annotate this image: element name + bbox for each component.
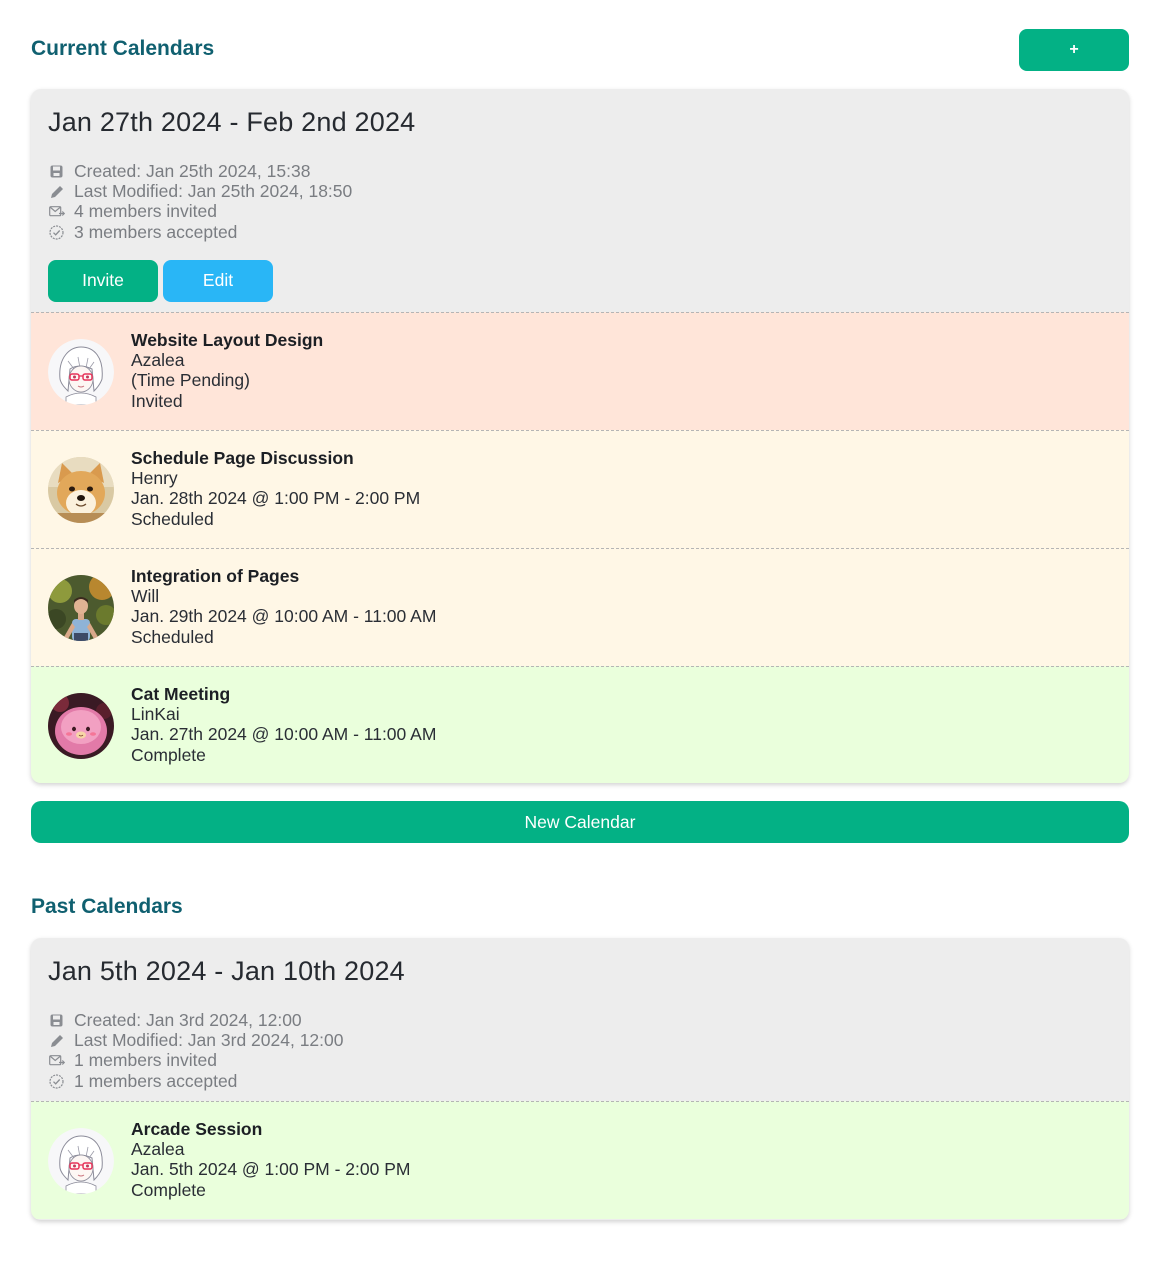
event-list: Arcade Session Azalea Jan. 5th 2024 @ 1:…	[31, 1101, 1129, 1219]
event-item[interactable]: Arcade Session Azalea Jan. 5th 2024 @ 1:…	[31, 1101, 1129, 1219]
check-circle-icon	[48, 1073, 65, 1090]
invite-button[interactable]: Invite	[48, 259, 158, 302]
event-details: Website Layout Design Azalea (Time Pendi…	[131, 330, 323, 411]
pink-plush-avatar	[48, 693, 114, 759]
edit-button[interactable]: Edit	[163, 259, 273, 302]
accepted-text: 1 members accepted	[74, 1070, 238, 1091]
event-title: Website Layout Design	[131, 330, 324, 350]
calendar-card: Jan 5th 2024 - Jan 10th 2024 Created: Ja…	[31, 938, 1129, 1220]
event-time: Jan. 5th 2024 @ 1:00 PM - 2:00 PM	[131, 1159, 411, 1180]
calendar-meta: Created: Jan 25th 2024, 15:38 Last Modif…	[48, 161, 1129, 243]
event-status: Scheduled	[131, 626, 214, 647]
event-item[interactable]: Website Layout Design Azalea (Time Pendi…	[31, 312, 1129, 430]
calendar-date-range: Jan 5th 2024 - Jan 10th 2024	[48, 956, 405, 986]
event-person: Will	[131, 586, 160, 607]
created-text: Created: Jan 3rd 2024, 12:00	[74, 1009, 302, 1030]
event-person: LinKai	[131, 704, 180, 725]
modified-text: Last Modified: Jan 3rd 2024, 12:00	[74, 1030, 344, 1051]
save-icon	[48, 163, 65, 180]
event-details: Cat Meeting LinKai Jan. 27th 2024 @ 10:0…	[131, 684, 436, 765]
add-calendar-button[interactable]: +	[1019, 29, 1129, 71]
invited-text: 1 members invited	[74, 1050, 217, 1071]
invited-row: 4 members invited	[48, 201, 1129, 222]
new-calendar-button[interactable]: New Calendar	[31, 801, 1129, 843]
pencil-icon	[48, 1032, 65, 1049]
event-time: Jan. 27th 2024 @ 10:00 AM - 11:00 AM	[131, 724, 437, 745]
event-item[interactable]: Schedule Page Discussion Henry Jan. 28th…	[31, 430, 1129, 548]
event-list: Website Layout Design Azalea (Time Pendi…	[31, 312, 1129, 783]
mail-send-icon	[48, 203, 65, 220]
anime-girl-avatar	[48, 1128, 114, 1194]
created-text: Created: Jan 25th 2024, 15:38	[74, 160, 311, 181]
event-details: Schedule Page Discussion Henry Jan. 28th…	[131, 448, 420, 529]
event-title: Schedule Page Discussion	[131, 448, 354, 468]
event-time: (Time Pending)	[131, 370, 250, 391]
event-details: Integration of Pages Will Jan. 29th 2024…	[131, 566, 436, 647]
event-status: Complete	[131, 1179, 206, 1200]
event-time: Jan. 28th 2024 @ 1:00 PM - 2:00 PM	[131, 488, 421, 509]
event-title: Arcade Session	[131, 1119, 263, 1139]
calendar-actions: Invite Edit	[48, 259, 1129, 302]
man-outdoors-avatar	[48, 575, 114, 641]
past-calendars-heading: Past Calendars	[31, 895, 183, 918]
save-icon	[48, 1012, 65, 1029]
modified-row: Last Modified: Jan 25th 2024, 18:50	[48, 181, 1129, 201]
modified-text: Last Modified: Jan 25th 2024, 18:50	[74, 181, 353, 202]
current-calendars-heading: Current Calendars	[31, 37, 215, 60]
event-item[interactable]: Integration of Pages Will Jan. 29th 2024…	[31, 548, 1129, 666]
accepted-row: 1 members accepted	[48, 1071, 1129, 1091]
created-row: Created: Jan 25th 2024, 15:38	[48, 161, 1129, 181]
event-details: Arcade Session Azalea Jan. 5th 2024 @ 1:…	[131, 1119, 410, 1200]
event-status: Invited	[131, 390, 183, 411]
event-title: Integration of Pages	[131, 566, 300, 586]
invited-text: 4 members invited	[74, 201, 217, 222]
event-status: Scheduled	[131, 508, 214, 529]
created-row: Created: Jan 3rd 2024, 12:00	[48, 1010, 1129, 1030]
check-circle-icon	[48, 224, 65, 241]
accepted-text: 3 members accepted	[74, 221, 238, 242]
calendar-card: Jan 27th 2024 - Feb 2nd 2024 Created: Ja…	[31, 89, 1129, 783]
event-status: Complete	[131, 744, 206, 765]
calendar-card-header: Jan 27th 2024 - Feb 2nd 2024 Created: Ja…	[31, 89, 1129, 302]
calendar-date-range: Jan 27th 2024 - Feb 2nd 2024	[48, 107, 416, 137]
pencil-icon	[48, 183, 65, 200]
invited-row: 1 members invited	[48, 1050, 1129, 1071]
event-person: Henry	[131, 468, 178, 489]
event-time: Jan. 29th 2024 @ 10:00 AM - 11:00 AM	[131, 606, 437, 627]
mail-send-icon	[48, 1052, 65, 1069]
shiba-dog-avatar	[48, 457, 114, 523]
accepted-row: 3 members accepted	[48, 222, 1129, 242]
anime-girl-avatar	[48, 339, 114, 405]
event-person: Azalea	[131, 1139, 185, 1160]
modified-row: Last Modified: Jan 3rd 2024, 12:00	[48, 1030, 1129, 1050]
event-title: Cat Meeting	[131, 684, 231, 704]
event-person: Azalea	[131, 350, 185, 371]
calendar-meta: Created: Jan 3rd 2024, 12:00 Last Modifi…	[48, 1010, 1129, 1092]
calendar-card-header: Jan 5th 2024 - Jan 10th 2024 Created: Ja…	[31, 938, 1129, 1092]
event-item[interactable]: Cat Meeting LinKai Jan. 27th 2024 @ 10:0…	[31, 666, 1129, 783]
